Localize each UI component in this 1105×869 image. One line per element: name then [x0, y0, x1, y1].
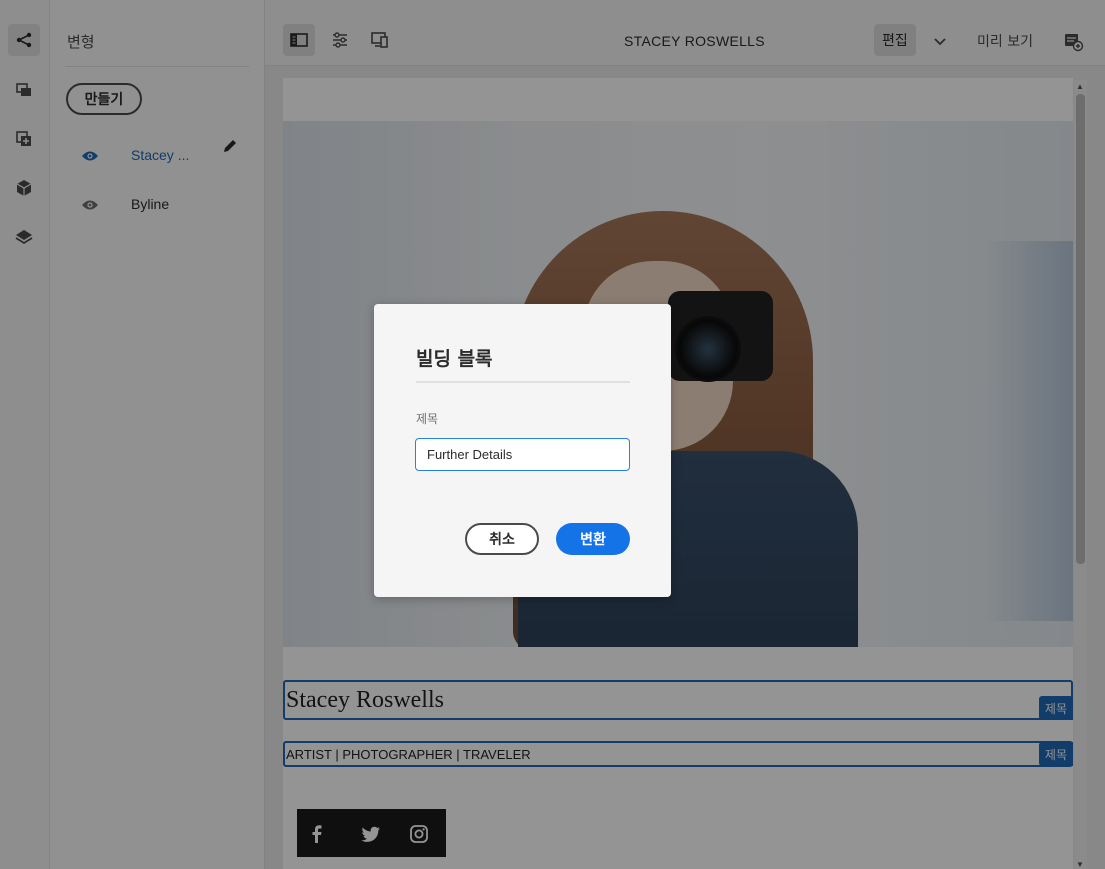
cancel-button[interactable]: 취소 [465, 523, 539, 555]
title-field-label: 제목 [416, 412, 439, 426]
title-input[interactable] [415, 438, 630, 471]
dialog-divider [416, 381, 630, 383]
convert-button[interactable]: 변환 [556, 523, 630, 555]
building-block-dialog: 빌딩 블록 제목 취소 변환 [374, 304, 671, 597]
dialog-title: 빌딩 블록 [416, 348, 493, 370]
